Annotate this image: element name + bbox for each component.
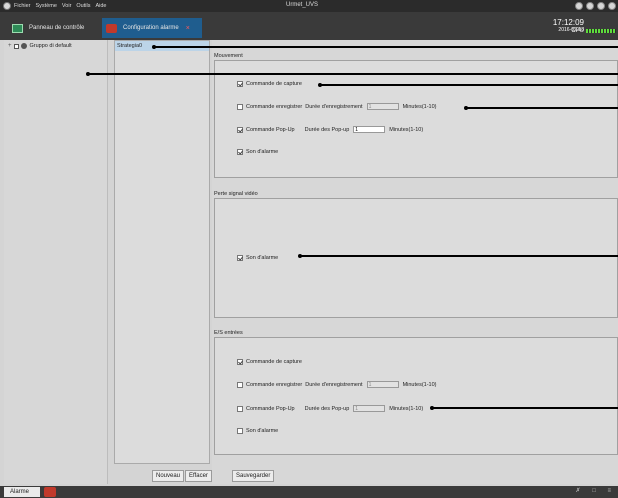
io-record-label: Commande enregistrer [246,381,303,388]
motion-popup-duration-input[interactable]: 1 [353,126,386,133]
device-tree: + Gruppo di default [4,40,108,484]
video-loss-panel: Son d'alarme [214,198,618,318]
io-popup-label: Commande Pop-Up [246,405,295,412]
annotation-line [318,83,618,87]
io-record-duration-input[interactable]: 1 [366,381,399,388]
minimize-icon[interactable] [586,2,594,10]
tab-alarm-config[interactable]: Configuration alarme × [102,18,202,38]
group-checkbox[interactable] [13,43,19,49]
io-sound-row: Son d'alarme [237,428,278,434]
annotation-line [152,45,618,49]
app-icon [3,2,11,10]
menu-voir[interactable]: Voir [62,3,71,9]
io-popup-duration-label: Durée des Pop-up [304,405,350,412]
motion-record-label: Commande enregistrer [246,103,303,110]
motion-popup-unit: Minutes(1-10) [389,126,424,133]
io-popup-row: Commande Pop-Up Durée des Pop-up 1 Minut… [237,405,423,412]
io-capture-checkbox[interactable] [237,359,243,365]
motion-record-duration-label: Durée d'enregistrement [305,103,363,110]
menu-aide[interactable]: Aide [95,3,106,9]
motion-popup-checkbox[interactable] [237,126,243,133]
tree-node-default-group[interactable]: + Gruppo di default [8,43,72,49]
io-record-duration-label: Durée d'enregistrement [305,381,363,388]
cpu-meter: CPU [571,28,616,34]
io-popup-duration-input[interactable]: 1 [353,405,386,412]
video-loss-sound-checkbox[interactable] [237,255,243,261]
annotation-line [430,406,618,410]
io-popup-checkbox[interactable] [237,405,243,412]
section-title-video-loss: Perte signal vidéo [214,191,258,197]
alarm-icon[interactable] [44,487,56,497]
motion-popup-row: Commande Pop-Up Durée des Pop-up 1 Minut… [237,126,423,133]
motion-popup-label: Commande Pop-Up [246,126,295,133]
annotation-line [86,72,618,76]
motion-record-unit: Minutes(1-10) [402,103,437,110]
menu-outils[interactable]: Outils [76,3,90,9]
motion-sound-row: Son d'alarme [237,149,278,155]
save-button[interactable]: Sauvegarder [232,470,275,482]
tab-label: Panneau de contrôle [29,25,85,31]
io-record-unit: Minutes(1-10) [402,381,437,388]
cpu-label: CPU [571,28,584,34]
menu-fichier[interactable]: Fichier [14,3,31,9]
motion-record-duration-input[interactable]: 1 [366,103,399,110]
menu-systeme[interactable]: Système [36,3,57,9]
io-sound-checkbox[interactable] [237,428,243,434]
strategy-list: Strategia0 [114,40,210,464]
video-loss-sound-label: Son d'alarme [246,255,279,261]
annotation-line [298,254,618,258]
alarm-config-icon [106,23,117,33]
cpu-bar [586,29,616,33]
expand-icon[interactable]: + [8,43,12,49]
window-title: Urmet_UVS [286,2,319,8]
control-panel-icon [12,23,23,33]
window-controls [575,2,616,10]
alarm-tab[interactable]: Alarme [4,487,40,497]
io-record-checkbox[interactable] [237,381,243,388]
motion-capture-row: Commande de capture [237,81,302,87]
io-capture-label: Commande de capture [246,359,302,365]
io-sound-label: Son d'alarme [246,428,279,434]
tab-close-icon[interactable]: × [186,25,190,32]
motion-capture-label: Commande de capture [246,81,302,87]
tab-bar: Panneau de contrôle Configuration alarme… [0,12,618,40]
section-title-io-inputs: E/S entrées [214,330,243,336]
title-bar: Fichier Système Voir Outils Aide Urmet_U… [0,0,618,12]
motion-record-row: Commande enregistrer Durée d'enregistrem… [237,103,437,110]
close-icon[interactable] [608,2,616,10]
tab-label: Configuration alarme [123,25,179,31]
motion-record-checkbox[interactable] [237,103,243,110]
io-popup-unit: Minutes(1-10) [389,405,424,412]
motion-sound-label: Son d'alarme [246,149,279,155]
motion-sound-checkbox[interactable] [237,149,243,155]
tab-control-panel[interactable]: Panneau de contrôle [8,18,98,38]
io-inputs-panel: Commande de capture Commande enregistrer… [214,337,618,455]
status-icons[interactable]: ✗ □ ≡ [576,487,617,494]
status-bar: Alarme ✗ □ ≡ [0,486,618,498]
annotation-line [464,106,618,110]
section-title-motion: Mouvement [214,53,243,59]
io-record-row: Commande enregistrer Durée d'enregistrem… [237,381,437,388]
motion-capture-checkbox[interactable] [237,81,243,87]
menu-bar: Fichier Système Voir Outils Aide [14,3,106,9]
io-capture-row: Commande de capture [237,359,302,365]
video-loss-sound-row: Son d'alarme [237,255,278,261]
settings-icon[interactable] [575,2,583,10]
new-button[interactable]: Nouveau [152,470,185,482]
delete-button[interactable]: Effacer [185,470,212,482]
group-label: Gruppo di default [29,43,72,49]
clock-time: 17:12:09 [552,18,584,27]
motion-popup-duration-label: Durée des Pop-up [304,126,350,133]
maximize-icon[interactable] [597,2,605,10]
camera-group-icon [20,43,27,49]
motion-panel: Commande de capture Commande enregistrer… [214,60,618,178]
